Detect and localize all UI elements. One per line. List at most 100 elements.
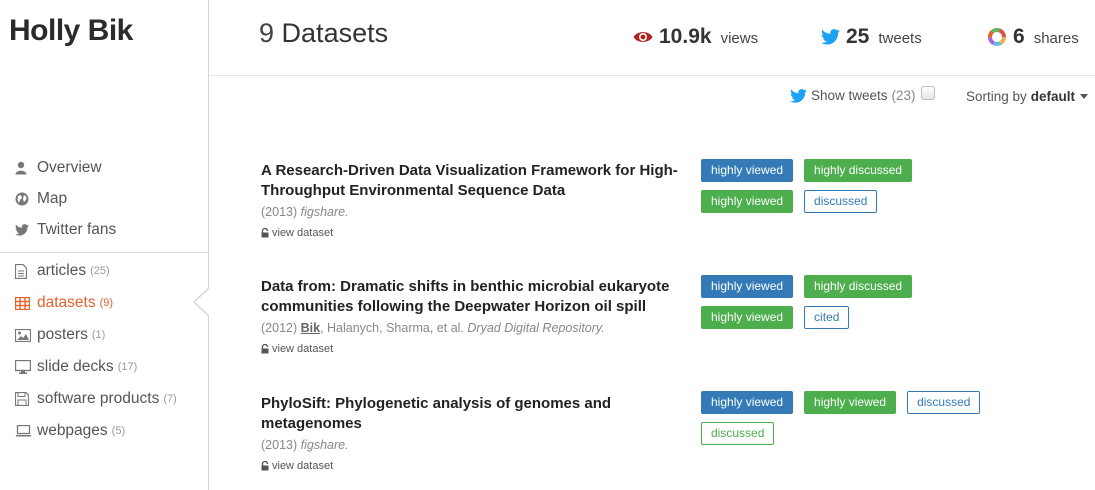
image-icon — [15, 328, 37, 342]
sorting-dropdown[interactable]: Sorting by default — [966, 89, 1089, 104]
dataset-title[interactable]: A Research-Driven Data Visualization Fra… — [261, 161, 681, 201]
badge-highly-viewed[interactable]: highly viewed — [701, 391, 794, 414]
sidebar-item-posters[interactable]: posters (1) — [15, 319, 177, 351]
nav-divider — [0, 252, 208, 253]
views-metric[interactable]: 10.9k views — [633, 25, 758, 49]
shares-value: 6 — [1013, 25, 1025, 48]
badge-highly-viewed[interactable]: highly viewed — [701, 275, 794, 298]
sidebar-item-label: Map — [37, 189, 68, 207]
badge-discussed[interactable]: discussed — [907, 391, 981, 414]
sidebar-item-count: (5) — [111, 425, 126, 437]
shares-metric[interactable]: 6 shares — [987, 25, 1079, 49]
sidebar-item-count: (7) — [163, 393, 177, 405]
badge-cited[interactable]: cited — [804, 306, 850, 329]
dataset-source: Dryad Digital Repository. — [467, 321, 605, 335]
dataset-item: Data from: Dramatic shifts in benthic mi… — [261, 277, 681, 355]
dataset-count: 9 — [259, 18, 275, 48]
twitter-icon — [15, 223, 37, 236]
sidebar-item-webpages[interactable]: webpages (5) — [15, 415, 177, 447]
show-tweets-label: Show tweets — [811, 88, 888, 103]
badge-highly-discussed[interactable]: highly discussed — [804, 159, 913, 182]
dataset-badges: highly viewed highly viewed discussed di… — [701, 391, 1021, 453]
sidebar-item-label: datasets — [37, 294, 96, 311]
unlock-icon — [261, 228, 269, 238]
view-dataset-link[interactable]: view dataset — [261, 460, 681, 472]
show-tweets-toggle[interactable]: Show tweets (23) — [790, 85, 935, 103]
sidebar-item-label: webpages — [37, 422, 108, 439]
sidebar-item-map[interactable]: Map — [15, 183, 116, 214]
header: 9 Datasets 10.9k views 25 tweets 6 share… — [209, 0, 1095, 76]
dataset-authors: , Halanych, Sharma, et al. — [320, 321, 464, 335]
sidebar-item-label: Overview — [37, 158, 102, 176]
dataset-title[interactable]: PhyloSift: Phylogenetic analysis of geno… — [261, 394, 681, 434]
dataset-meta: (2013) figshare. — [261, 205, 681, 219]
show-tweets-checkbox[interactable] — [920, 85, 935, 100]
tweets-label: tweets — [878, 30, 922, 47]
badge-highly-viewed[interactable]: highly viewed — [701, 190, 794, 213]
page-title: 9 Datasets — [259, 18, 388, 49]
sidebar-item-label: posters — [37, 326, 88, 343]
page-title-label: Datasets — [281, 18, 389, 48]
sidebar-item-count: (1) — [91, 329, 106, 341]
nav-top: Overview Map Twitter fans — [15, 152, 116, 245]
sidebar-item-software-products[interactable]: software products (7) — [15, 383, 177, 415]
view-dataset-label: view dataset — [272, 343, 334, 355]
sidebar-item-label: slide decks — [37, 358, 114, 375]
dataset-item: PhyloSift: Phylogenetic analysis of geno… — [261, 394, 681, 472]
badge-highly-viewed[interactable]: highly viewed — [701, 159, 794, 182]
sidebar-item-count: (25) — [90, 265, 110, 277]
dataset-item: A Research-Driven Data Visualization Fra… — [261, 161, 681, 239]
sidebar-item-label: Twitter fans — [37, 220, 117, 238]
badge-highly-discussed[interactable]: highly discussed — [804, 275, 913, 298]
document-icon — [15, 263, 37, 279]
dataset-meta: (2013) figshare. — [261, 438, 681, 452]
dataset-year: (2013) — [261, 205, 298, 219]
dataset-meta: (2012) Bik, Halanych, Sharma, et al. Dry… — [261, 321, 681, 335]
sidebar-item-count: (17) — [117, 361, 138, 373]
dataset-author-self[interactable]: Bik — [301, 321, 320, 335]
dataset-source: figshare. — [300, 438, 349, 452]
sidebar-item-label: software products — [37, 390, 160, 407]
dataset-badges: highly viewed highly discussed highly vi… — [701, 275, 1021, 337]
sidebar-item-overview[interactable]: Overview — [15, 152, 116, 183]
floppy-icon — [15, 392, 37, 406]
sidebar: Holly Bik Overview Map Twitter fans arti… — [0, 0, 210, 490]
view-dataset-label: view dataset — [272, 227, 334, 239]
dataset-title[interactable]: Data from: Dramatic shifts in benthic mi… — [261, 277, 681, 317]
sidebar-item-twitter-fans[interactable]: Twitter fans — [15, 214, 116, 245]
dataset-year: (2012) — [261, 321, 298, 335]
dataset-badges: highly viewed highly discussed highly vi… — [701, 159, 1021, 221]
sidebar-item-slide-decks[interactable]: slide decks (17) — [15, 351, 177, 383]
eye-icon — [633, 30, 653, 44]
table-icon — [15, 296, 37, 310]
badge-highly-viewed[interactable]: highly viewed — [804, 391, 897, 414]
shares-donut-icon — [987, 27, 1007, 47]
badge-discussed[interactable]: discussed — [804, 190, 878, 213]
monitor-icon — [15, 360, 37, 374]
badge-highly-viewed[interactable]: highly viewed — [701, 306, 794, 329]
tweets-value: 25 — [846, 25, 870, 48]
view-dataset-label: view dataset — [272, 460, 334, 472]
shares-label: shares — [1033, 30, 1079, 47]
sidebar-item-articles[interactable]: articles (25) — [15, 255, 177, 287]
show-tweets-count: (23) — [891, 88, 916, 103]
caret-down-icon — [1080, 94, 1089, 99]
unlock-icon — [261, 461, 269, 471]
twitter-icon — [821, 29, 840, 45]
sidebar-item-label: articles — [37, 262, 87, 279]
sorting-value: default — [1030, 89, 1076, 104]
view-dataset-link[interactable]: view dataset — [261, 343, 681, 355]
dataset-source: figshare. — [300, 205, 349, 219]
sidebar-item-count: (9) — [99, 297, 114, 309]
tweets-metric[interactable]: 25 tweets — [821, 25, 922, 49]
badge-discussed[interactable]: discussed — [701, 422, 775, 445]
twitter-icon — [790, 88, 807, 103]
profile-name[interactable]: Holly Bik — [9, 14, 133, 48]
views-value: 10.9k — [659, 25, 712, 48]
sidebar-item-datasets[interactable]: datasets (9) — [15, 287, 177, 319]
globe-icon — [15, 192, 37, 206]
views-label: views — [720, 30, 759, 47]
nav-bottom: articles (25) datasets (9) posters (1) s… — [15, 255, 177, 447]
active-caret-inner — [195, 288, 210, 316]
view-dataset-link[interactable]: view dataset — [261, 227, 681, 239]
